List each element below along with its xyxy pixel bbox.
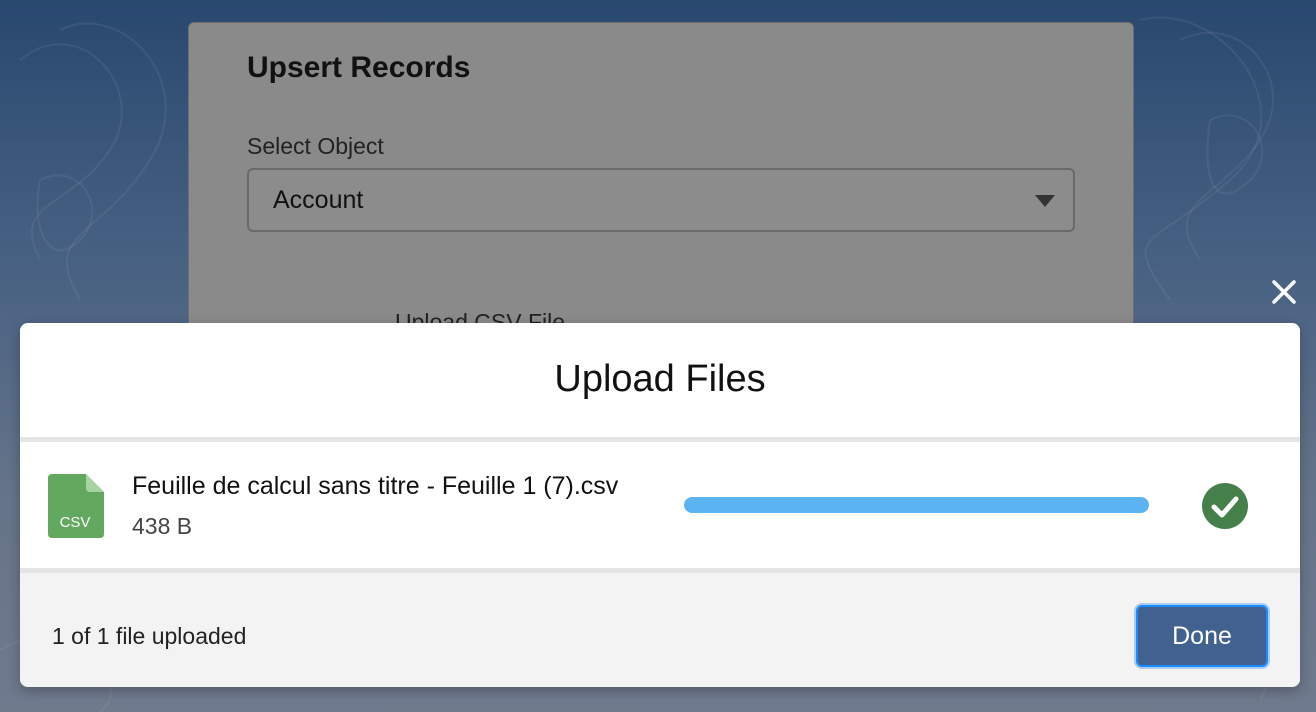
upload-progress-fill [684, 497, 1149, 513]
file-name: Feuille de calcul sans titre - Feuille 1… [132, 472, 619, 500]
modal-title: Upload Files [554, 358, 766, 400]
csv-icon-text: CSV [60, 514, 91, 531]
select-object-label: Select Object [247, 133, 384, 159]
modal-footer: 1 of 1 file uploaded Done [20, 568, 1300, 687]
file-size: 438 B [132, 513, 193, 539]
chevron-down-icon [1035, 195, 1055, 207]
uploaded-file-row: CSV Feuille de calcul sans titre - Feuil… [20, 442, 1300, 568]
card-title: Upsert Records [247, 51, 471, 84]
upload-files-modal: Upload Files CSV Feuille de calcul sans … [20, 323, 1300, 687]
check-circle-icon [1202, 483, 1248, 529]
close-icon[interactable] [1268, 276, 1300, 308]
done-button[interactable]: Done [1136, 605, 1268, 667]
upload-progress-bar [684, 497, 1149, 513]
select-object-value: Account [273, 186, 364, 214]
csv-file-icon: CSV [48, 474, 104, 538]
select-object-dropdown[interactable]: Account [247, 168, 1075, 232]
modal-header: Upload Files [20, 323, 1300, 442]
upload-status-text: 1 of 1 file uploaded [52, 623, 247, 649]
